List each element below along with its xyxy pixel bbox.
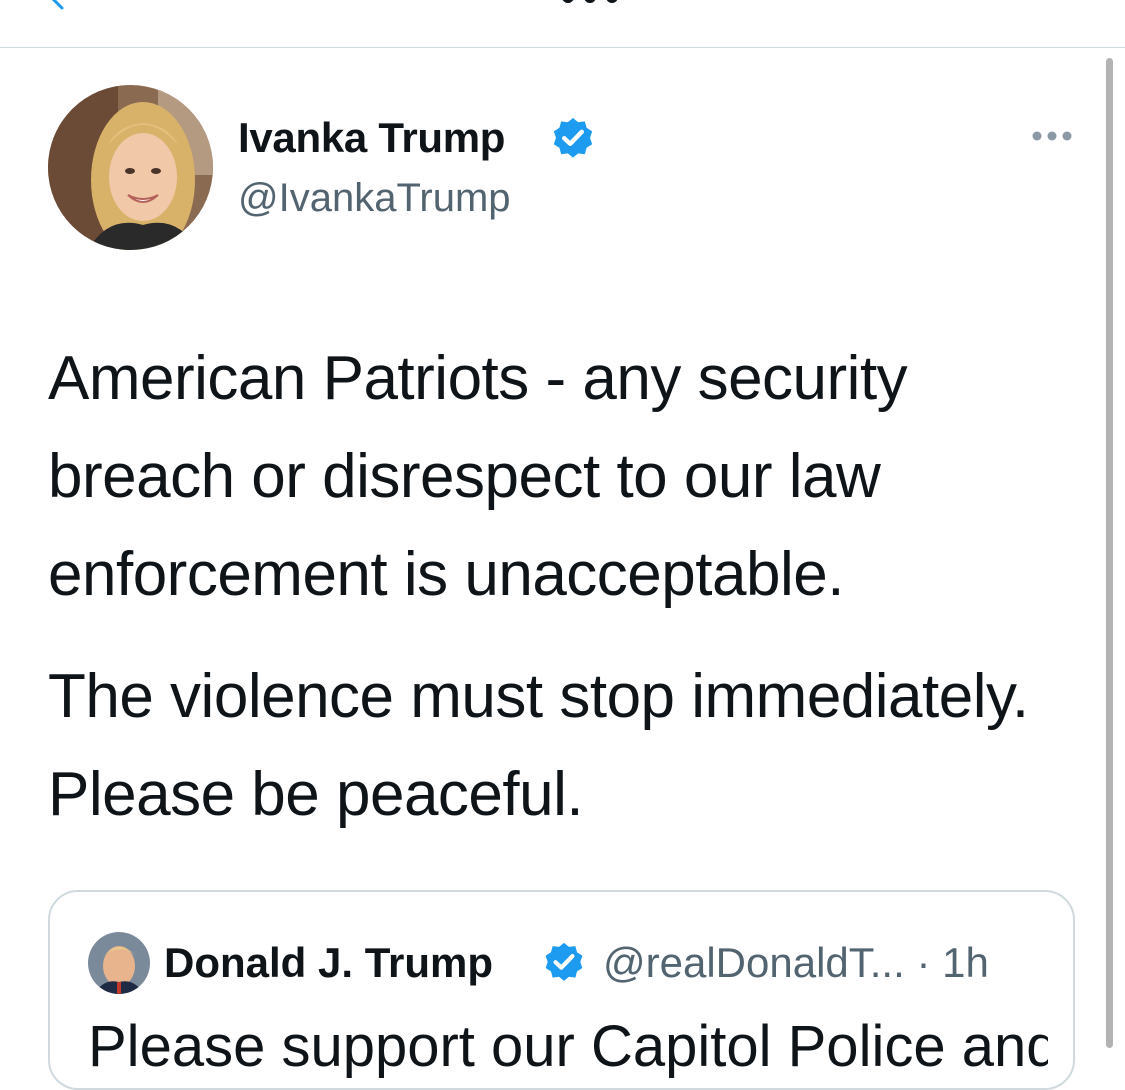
- verified-badge-icon: [553, 118, 593, 158]
- author-handle[interactable]: @IvankaTrump: [238, 170, 511, 226]
- quoted-tweet-meta[interactable]: @realDonaldT... · 1h: [603, 936, 989, 990]
- verified-badge-icon: [545, 942, 583, 981]
- quoted-author-avatar[interactable]: [88, 932, 150, 994]
- more-horizontal-icon[interactable]: [1030, 128, 1074, 144]
- tweet-paragraph: American Patriots - any security breach …: [48, 344, 908, 609]
- author-name[interactable]: Ivanka Trump: [238, 110, 505, 166]
- top-navigation-bar: [0, 0, 1125, 48]
- quoted-author-name[interactable]: Donald J. Trump: [164, 936, 493, 990]
- tweet-body: American Patriots - any security breach …: [48, 330, 1058, 844]
- scrollbar[interactable]: [1106, 58, 1113, 1048]
- more-horizontal-icon[interactable]: [560, 0, 620, 4]
- tweet-paragraph: The violence must stop immediately. Plea…: [48, 662, 1029, 829]
- chevron-left-icon[interactable]: [46, 0, 70, 10]
- author-avatar[interactable]: [48, 85, 213, 250]
- quoted-tweet-text: Please support our Capitol Police and La…: [88, 1014, 1048, 1079]
